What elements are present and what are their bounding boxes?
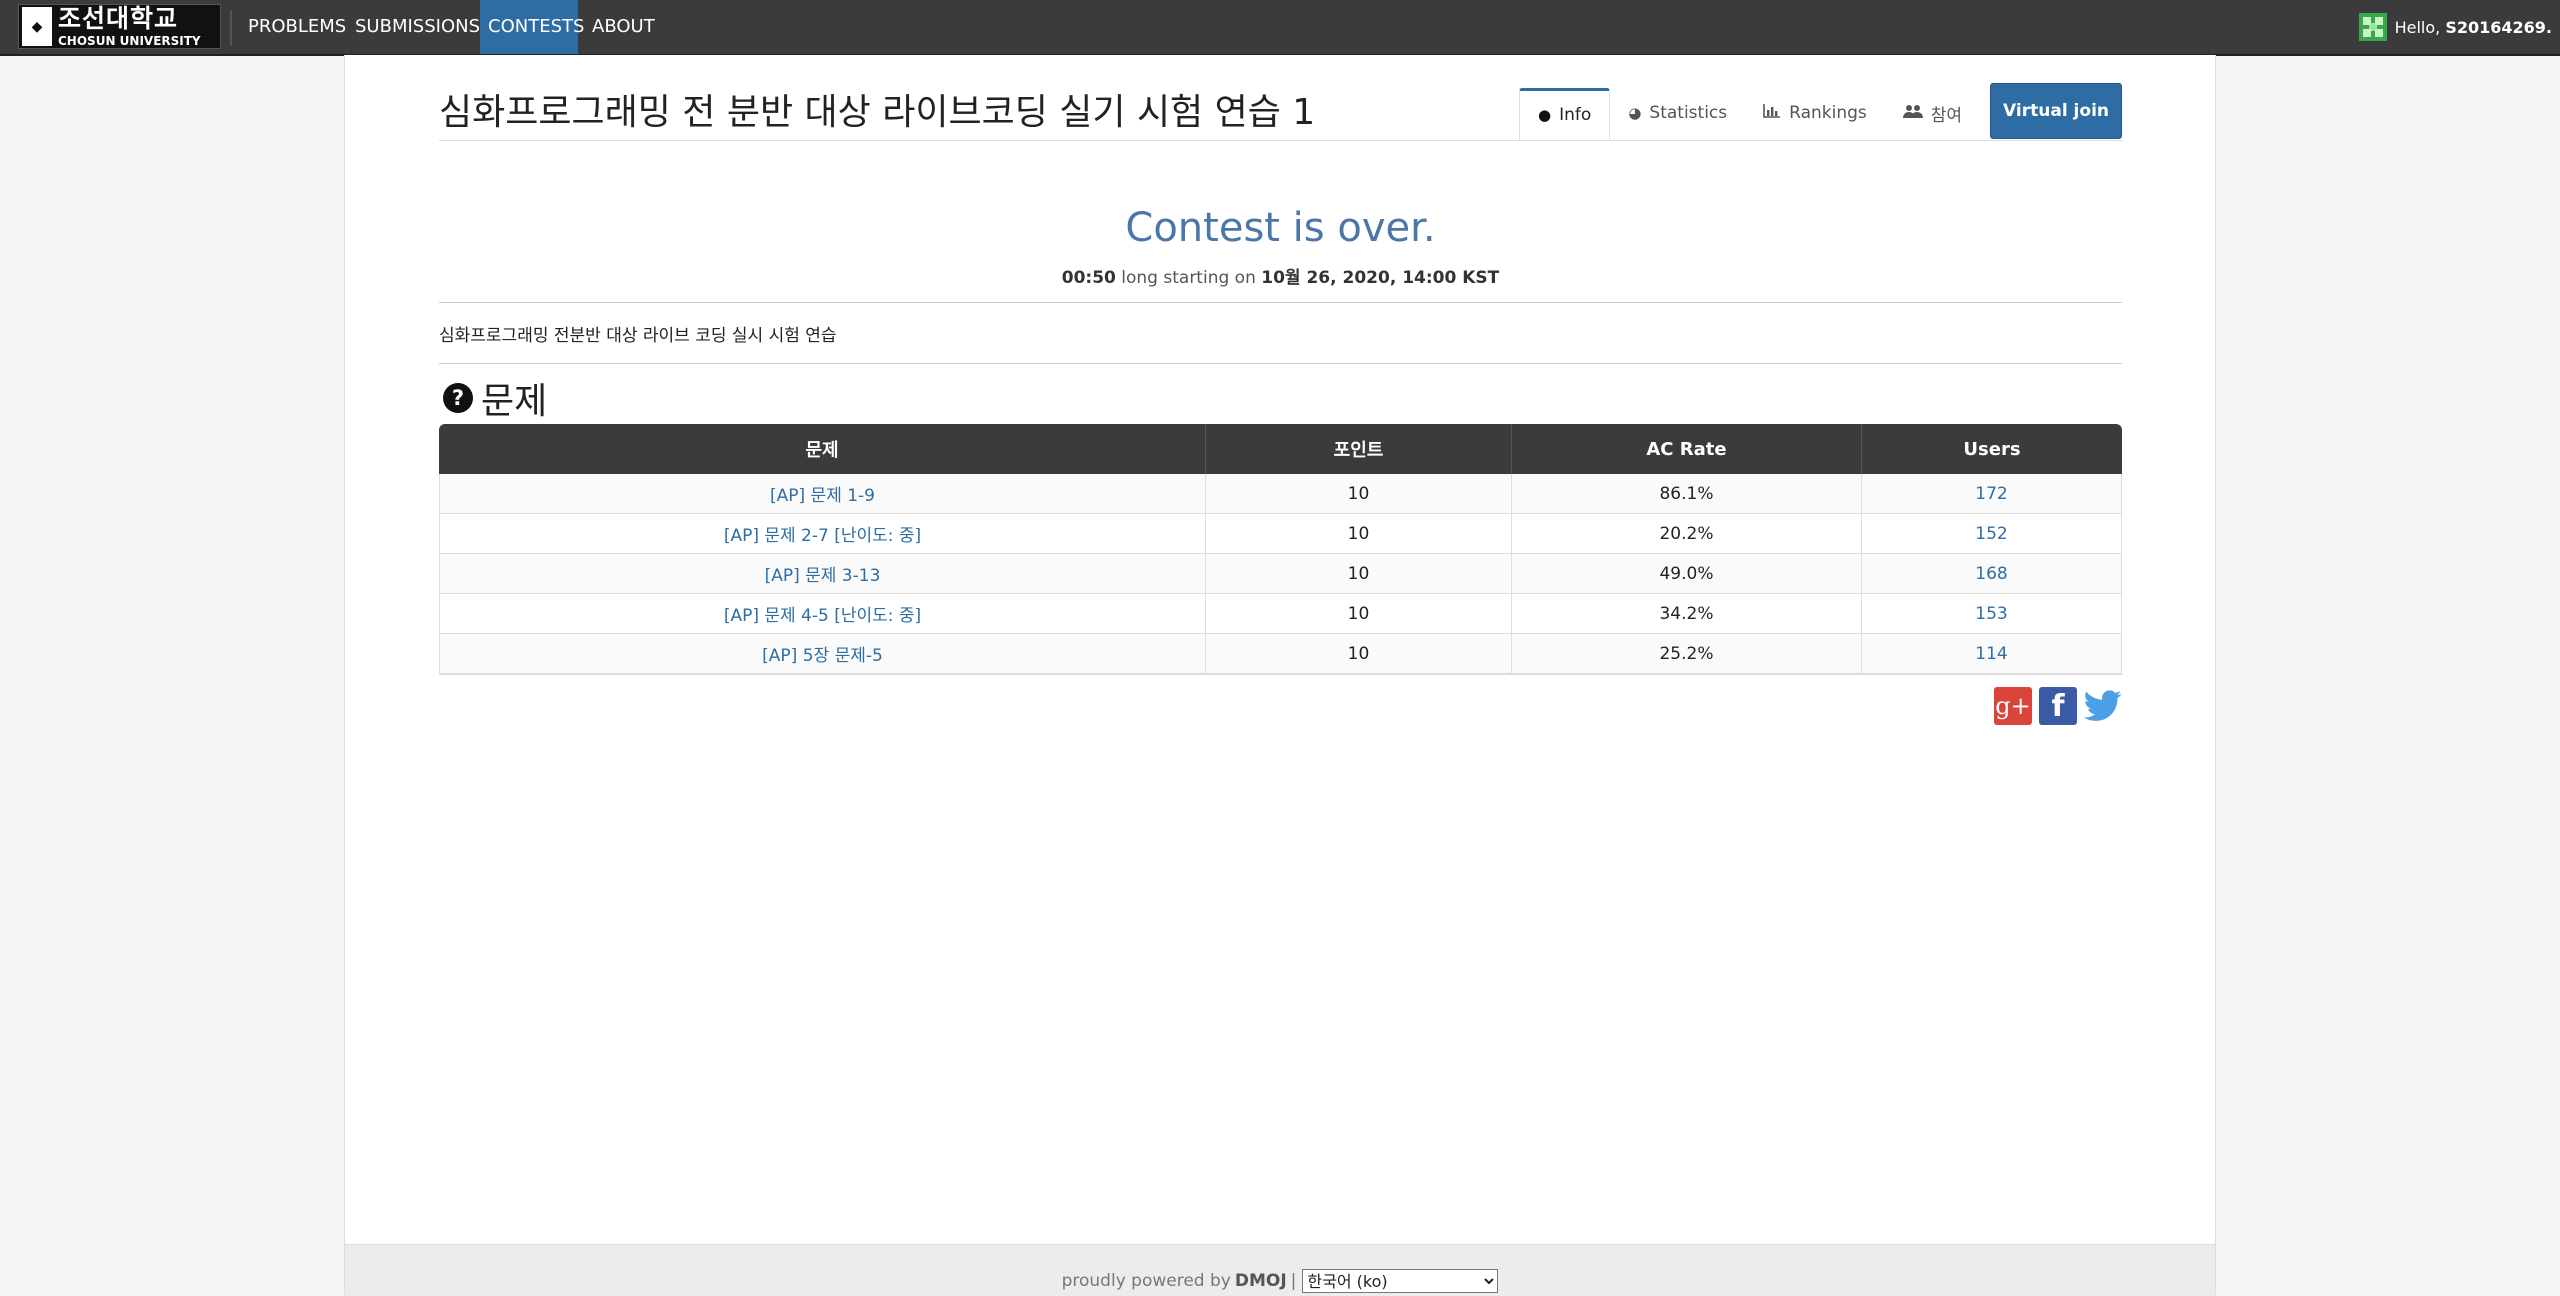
contest-description: 심화프로그래밍 전분반 대상 라이브 코딩 실시 시험 연습 bbox=[439, 326, 837, 346]
page-title: 심화프로그래밍 전 분반 대상 라이브코딩 실기 시험 연습 1 bbox=[439, 92, 1316, 133]
ac-rate-cell: 86.1% bbox=[1512, 474, 1862, 514]
problem-link[interactable]: [AP] 문제 3-13 bbox=[765, 566, 881, 586]
problem-link[interactable]: [AP] 문제 1-9 bbox=[770, 486, 875, 506]
points-cell: 10 bbox=[1206, 634, 1512, 674]
problem-link[interactable]: [AP] 문제 4-5 [난이도: 중] bbox=[724, 606, 921, 626]
info-circle-icon: ● bbox=[1538, 106, 1552, 124]
contest-duration: 00:50 bbox=[1061, 268, 1116, 288]
points-cell: 10 bbox=[1206, 554, 1512, 594]
problem-table: 문제 포인트 AC Rate Users [AP] 문제 1-9 10 86.1… bbox=[439, 424, 2122, 674]
long-starting-on-text: long starting on bbox=[1121, 268, 1256, 288]
powered-by-text: proudly powered by bbox=[1061, 1271, 1231, 1291]
language-select[interactable]: 한국어 (ko) bbox=[1302, 1269, 1499, 1293]
users-cell: 152 bbox=[1862, 514, 2122, 554]
logo-korean-name: 조선대학교 bbox=[58, 4, 179, 33]
nav-submissions[interactable]: SUBMISSIONS bbox=[347, 0, 488, 54]
users-link[interactable]: 152 bbox=[1975, 524, 2007, 544]
nav-about[interactable]: ABOUT bbox=[584, 0, 663, 54]
divider bbox=[439, 302, 2122, 303]
problem-link[interactable]: [AP] 5장 문제-5 bbox=[762, 646, 883, 666]
user-menu[interactable]: Hello, S20164269. bbox=[2358, 12, 2552, 42]
column-header-ac-rate[interactable]: AC Rate bbox=[1512, 424, 1862, 474]
problem-cell: [AP] 문제 4-5 [난이도: 중] bbox=[439, 594, 1206, 634]
title-divider bbox=[439, 140, 2122, 141]
problems-heading: ? 문제 bbox=[443, 372, 547, 424]
table-header-row: 문제 포인트 AC Rate Users bbox=[439, 424, 2122, 474]
username[interactable]: S20164269. bbox=[2445, 18, 2552, 37]
contest-time-info: 00:50 long starting on 10월 26, 2020, 14:… bbox=[439, 263, 2122, 288]
ac-rate-cell: 20.2% bbox=[1512, 514, 1862, 554]
nav-problems[interactable]: PROBLEMS bbox=[240, 0, 354, 54]
table-row: [AP] 5장 문제-5 10 25.2% 114 bbox=[439, 634, 2122, 674]
users-cell: 114 bbox=[1862, 634, 2122, 674]
tab-statistics[interactable]: ◕ Statistics bbox=[1610, 87, 1745, 139]
users-cell: 168 bbox=[1862, 554, 2122, 594]
table-row: [AP] 문제 3-13 10 49.0% 168 bbox=[439, 554, 2122, 594]
divider bbox=[439, 363, 2122, 364]
users-cell: 153 bbox=[1862, 594, 2122, 634]
contest-status: Contest is over. bbox=[1125, 205, 1436, 251]
logo-text: 조선대학교 CHOSUN UNIVERSITY bbox=[58, 6, 201, 47]
site-logo[interactable]: ◆ 조선대학교 CHOSUN UNIVERSITY bbox=[18, 4, 221, 49]
column-header-points[interactable]: 포인트 bbox=[1206, 424, 1512, 474]
tab-participation[interactable]: 참여 bbox=[1885, 87, 1980, 139]
users-link[interactable]: 153 bbox=[1975, 604, 2007, 624]
problem-link[interactable]: [AP] 문제 2-7 [난이도: 중] bbox=[724, 526, 921, 546]
tab-info-label: Info bbox=[1559, 105, 1592, 125]
tab-participation-label: 참여 bbox=[1930, 105, 1963, 126]
points-cell: 10 bbox=[1206, 514, 1512, 554]
users-link[interactable]: 168 bbox=[1975, 564, 2007, 584]
users-link[interactable]: 114 bbox=[1975, 644, 2007, 664]
users-cell: 172 bbox=[1862, 474, 2122, 514]
table-row: [AP] 문제 1-9 10 86.1% 172 bbox=[439, 474, 2122, 514]
contest-start-time: 10월 26, 2020, 14:00 KST bbox=[1261, 268, 1500, 288]
column-header-users[interactable]: Users bbox=[1862, 424, 2122, 474]
logo-english-name: CHOSUN UNIVERSITY bbox=[58, 34, 201, 48]
footer-separator: | bbox=[1290, 1271, 1297, 1291]
twitter-icon[interactable] bbox=[2084, 687, 2122, 725]
table-row: [AP] 문제 4-5 [난이도: 중] 10 34.2% 153 bbox=[439, 594, 2122, 634]
google-plus-icon[interactable]: g+ bbox=[1994, 687, 2032, 725]
tab-rankings[interactable]: Rankings bbox=[1745, 87, 1885, 139]
problem-cell: [AP] 문제 2-7 [난이도: 중] bbox=[439, 514, 1206, 554]
page-container: 심화프로그래밍 전 분반 대상 라이브코딩 실기 시험 연습 1 ● Info … bbox=[344, 55, 2216, 1296]
share-buttons: g+ f bbox=[1994, 687, 2122, 725]
problem-cell: [AP] 문제 3-13 bbox=[439, 554, 1206, 594]
contest-tabs: ● Info ◕ Statistics Rankings 참여 Virtual … bbox=[1519, 83, 2122, 140]
greeting-text: Hello, bbox=[2394, 17, 2441, 37]
university-emblem-icon: ◆ bbox=[22, 7, 52, 46]
tab-statistics-label: Statistics bbox=[1649, 103, 1728, 123]
users-link[interactable]: 172 bbox=[1975, 484, 2007, 504]
column-header-problem[interactable]: 문제 bbox=[439, 424, 1206, 474]
problems-heading-text: 문제 bbox=[481, 381, 548, 422]
problem-cell: [AP] 5장 문제-5 bbox=[439, 634, 1206, 674]
footer: proudly powered by DMOJ | 한국어 (ko) bbox=[345, 1244, 2215, 1296]
question-circle-icon: ? bbox=[443, 383, 473, 413]
ac-rate-cell: 25.2% bbox=[1512, 634, 1862, 674]
tab-info[interactable]: ● Info bbox=[1519, 88, 1611, 140]
facebook-icon[interactable]: f bbox=[2039, 687, 2077, 725]
virtual-join-button[interactable]: Virtual join bbox=[1990, 83, 2122, 139]
dmoj-link[interactable]: DMOJ bbox=[1235, 1271, 1287, 1291]
tab-rankings-label: Rankings bbox=[1789, 103, 1867, 123]
divider bbox=[439, 674, 2122, 675]
nav-contests[interactable]: CONTESTS bbox=[480, 0, 584, 54]
problem-cell: [AP] 문제 1-9 bbox=[439, 474, 1206, 514]
pie-chart-icon: ◕ bbox=[1628, 104, 1642, 122]
ac-rate-cell: 34.2% bbox=[1512, 594, 1862, 634]
avatar[interactable] bbox=[2358, 13, 2387, 41]
bar-chart-icon bbox=[1763, 104, 1781, 122]
points-cell: 10 bbox=[1206, 594, 1512, 634]
ac-rate-cell: 49.0% bbox=[1512, 554, 1862, 594]
points-cell: 10 bbox=[1206, 474, 1512, 514]
footer-content: proudly powered by DMOJ | 한국어 (ko) bbox=[345, 1269, 2215, 1293]
users-icon bbox=[1902, 103, 1923, 123]
table-row: [AP] 문제 2-7 [난이도: 중] 10 20.2% 152 bbox=[439, 514, 2122, 554]
navbar: ◆ 조선대학교 CHOSUN UNIVERSITY PROBLEMS SUBMI… bbox=[0, 0, 2560, 56]
nav-divider bbox=[230, 10, 232, 46]
